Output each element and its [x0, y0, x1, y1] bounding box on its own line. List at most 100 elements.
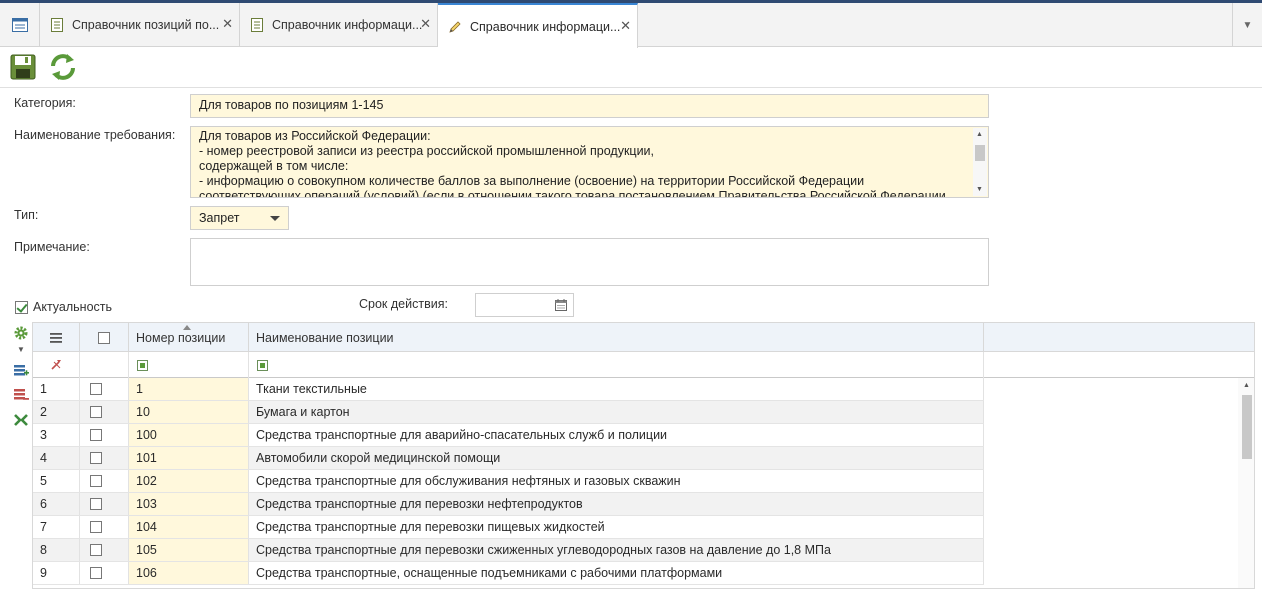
row-checkbox[interactable]: [90, 521, 102, 533]
tab-info-directory-active[interactable]: Справочник информаци... ✕: [438, 3, 638, 48]
chevron-down-icon: ▼: [17, 344, 25, 354]
grid-settings-dropdown[interactable]: ▼: [11, 342, 31, 356]
validity-label: Срок действия:: [359, 297, 448, 311]
row-checkbox[interactable]: [90, 406, 102, 418]
type-select[interactable]: Запрет: [190, 206, 289, 230]
validity-date-field[interactable]: [475, 293, 574, 317]
table-row[interactable]: 5 102 Средства транспортные для обслужив…: [33, 470, 984, 493]
close-icon[interactable]: ✕: [620, 19, 631, 33]
row-number: 6: [33, 493, 80, 515]
refresh-button[interactable]: [48, 52, 78, 82]
row-checkbox[interactable]: [90, 429, 102, 441]
row-number: 5: [33, 470, 80, 492]
tab-bar: Справочник позиций по... ✕ Справочник ин…: [0, 3, 1262, 48]
row-checkbox[interactable]: [90, 475, 102, 487]
actual-checkbox[interactable]: [15, 300, 28, 314]
scroll-down-icon[interactable]: ▼: [976, 186, 983, 193]
clear-filter-button[interactable]: [33, 352, 80, 378]
row-code: 100: [129, 424, 249, 446]
row-checkbox[interactable]: [90, 452, 102, 464]
tab-info-directory-1[interactable]: Справочник информаци... ✕: [240, 3, 438, 47]
row-select-cell: [80, 493, 129, 515]
table-row[interactable]: 9 106 Средства транспортные, оснащенные …: [33, 562, 984, 585]
refresh-icon: [51, 54, 75, 80]
filter-icon[interactable]: [137, 359, 148, 371]
menu-icon: [50, 332, 62, 343]
note-label: Примечание:: [14, 240, 90, 254]
calendar-icon[interactable]: [555, 299, 567, 311]
clear-filter-icon: [51, 360, 61, 370]
tab-label: Справочник позиций по...: [72, 18, 220, 32]
table-row[interactable]: 8 105 Средства транспортные для перевозк…: [33, 539, 984, 562]
actual-checkbox-group: Актуальность: [15, 300, 112, 314]
delete-row-icon: [14, 389, 29, 400]
tab-positions-directory[interactable]: Справочник позиций по... ✕: [40, 3, 240, 47]
grid-filter-row: [33, 352, 1254, 378]
row-number: 3: [33, 424, 80, 446]
category-label: Категория:: [14, 96, 76, 110]
requirement-textarea[interactable]: Для товаров из Российской Федерации: - н…: [190, 126, 989, 198]
row-code: 104: [129, 516, 249, 538]
add-row-button[interactable]: [11, 361, 31, 381]
table-row[interactable]: 1 1 Ткани текстильные: [33, 378, 984, 401]
scrollbar-thumb[interactable]: [975, 145, 985, 161]
row-code: 101: [129, 447, 249, 469]
home-tab[interactable]: [0, 3, 40, 47]
column-header-name[interactable]: Наименование позиции: [249, 323, 984, 352]
row-name: Средства транспортные для перевозки пище…: [249, 516, 984, 538]
table-row[interactable]: 7 104 Средства транспортные для перевозк…: [33, 516, 984, 539]
select-all-cell: [80, 323, 129, 352]
table-row[interactable]: 2 10 Бумага и картон: [33, 401, 984, 424]
row-name: Средства транспортные для перевозки сжиж…: [249, 539, 984, 561]
select-all-checkbox[interactable]: [98, 331, 110, 344]
scroll-up-icon[interactable]: ▲: [1243, 382, 1250, 389]
scrollbar-thumb[interactable]: [1242, 395, 1252, 459]
row-checkbox[interactable]: [90, 544, 102, 556]
filter-icon[interactable]: [257, 359, 268, 371]
tab-label: Справочник информаци...: [470, 19, 621, 34]
save-button[interactable]: [8, 52, 38, 82]
column-header-code[interactable]: Номер позиции: [129, 323, 249, 352]
row-code: 106: [129, 562, 249, 584]
note-textarea[interactable]: [190, 238, 989, 286]
grid-scrollbar[interactable]: ▲: [1238, 378, 1254, 588]
row-name: Средства транспортные для перевозки нефт…: [249, 493, 984, 515]
export-excel-button[interactable]: [11, 410, 31, 430]
textarea-scrollbar[interactable]: ▲ ▼: [973, 128, 987, 196]
add-row-icon: [14, 365, 29, 376]
row-name: Средства транспортные, оснащенные подъем…: [249, 562, 984, 584]
table-row[interactable]: 4 101 Автомобили скорой медицинской помо…: [33, 447, 984, 470]
row-select-cell: [80, 470, 129, 492]
toolbar: [0, 48, 1262, 88]
grid-settings-button[interactable]: [11, 323, 31, 343]
row-number: 9: [33, 562, 80, 584]
row-code: 10: [129, 401, 249, 423]
row-checkbox[interactable]: [90, 498, 102, 510]
pencil-icon: [449, 20, 461, 33]
window-list-icon: [11, 18, 28, 32]
delete-row-button[interactable]: [11, 385, 31, 405]
row-name: Средства транспортные для аварийно-спаса…: [249, 424, 984, 446]
close-icon[interactable]: ✕: [222, 17, 233, 31]
close-icon[interactable]: ✕: [420, 17, 431, 31]
row-number: 8: [33, 539, 80, 561]
filter-cell-code[interactable]: [129, 352, 249, 378]
column-menu-button[interactable]: [33, 323, 80, 352]
row-select-cell: [80, 424, 129, 446]
row-number: 2: [33, 401, 80, 423]
scroll-up-icon[interactable]: ▲: [976, 131, 983, 138]
positions-grid: Номер позиции Наименование позиции 1 1 Т…: [32, 322, 1255, 589]
row-checkbox[interactable]: [90, 383, 102, 395]
excel-icon: [14, 414, 28, 426]
row-select-cell: [80, 562, 129, 584]
chevron-down-icon: ▼: [1242, 19, 1253, 31]
table-row[interactable]: 6 103 Средства транспортные для перевозк…: [33, 493, 984, 516]
table-row[interactable]: 3 100 Средства транспортные для аварийно…: [33, 424, 984, 447]
row-select-cell: [80, 447, 129, 469]
row-checkbox[interactable]: [90, 567, 102, 579]
category-field[interactable]: Для товаров по позициям 1-145: [190, 94, 989, 118]
filter-cell-name[interactable]: [249, 352, 984, 378]
row-code: 1: [129, 378, 249, 400]
tabs-dropdown-button[interactable]: ▼: [1232, 3, 1262, 47]
document-icon: [251, 18, 263, 32]
